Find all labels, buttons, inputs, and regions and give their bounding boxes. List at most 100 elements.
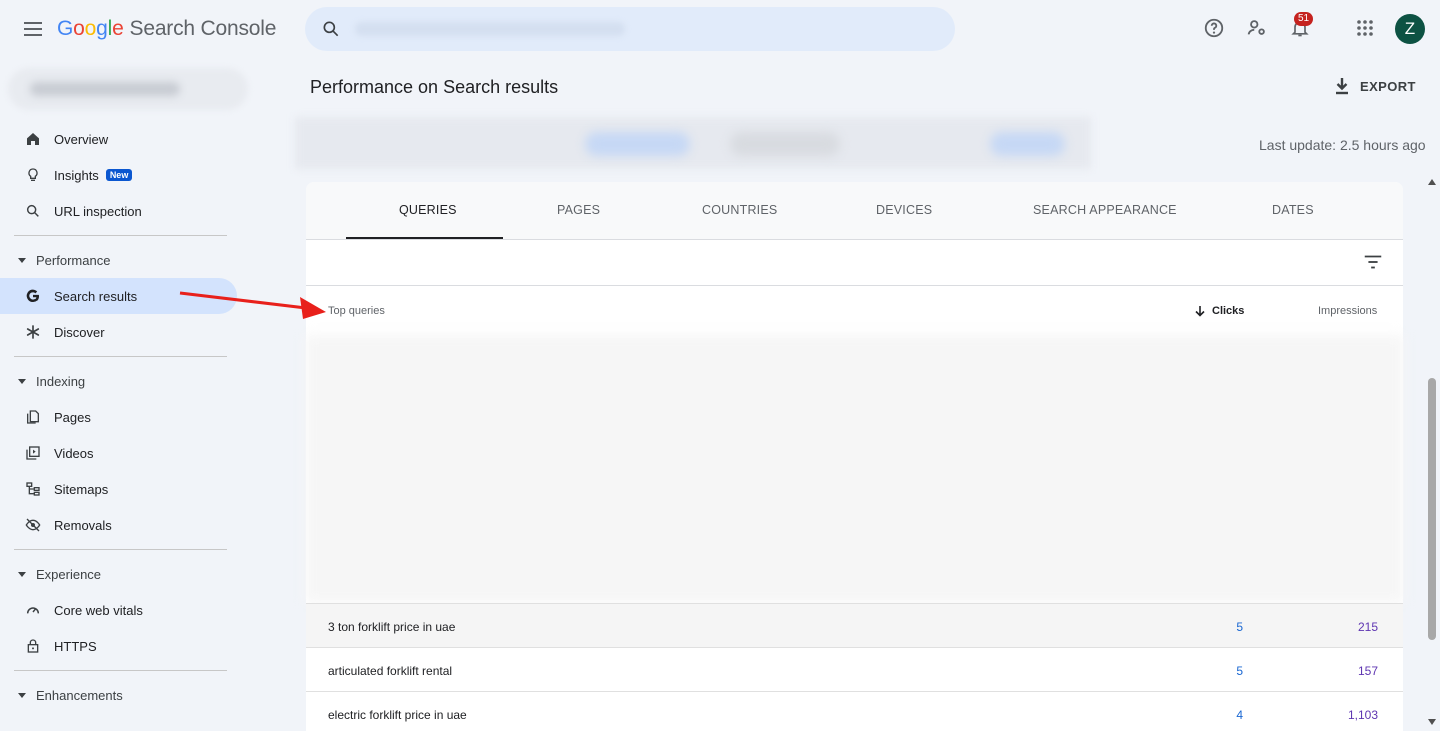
impressions-cell: 157 (1357, 664, 1378, 678)
section-indexing[interactable]: Indexing (0, 363, 240, 399)
table-header: Top queries Clicks Impressions (306, 287, 1403, 335)
search-icon (323, 21, 339, 37)
column-header-query[interactable]: Top queries (328, 305, 385, 317)
scroll-down-arrow-icon[interactable] (1428, 719, 1436, 725)
clicks-cell: 5 (1236, 664, 1243, 678)
redacted-filter-chip[interactable] (990, 132, 1065, 156)
sort-arrow-down-icon (1195, 306, 1205, 317)
clicks-cell: 4 (1236, 708, 1243, 722)
sidebar-item-label: Discover (54, 324, 105, 340)
tab-dates[interactable]: DATES (1272, 203, 1314, 217)
query-cell: 3 ton forklift price in uae (328, 620, 456, 634)
tab-countries[interactable]: COUNTRIES (702, 203, 777, 217)
logo-letter: G (57, 17, 74, 40)
lightbulb-icon (24, 166, 42, 184)
divider (14, 670, 227, 671)
query-cell: articulated forklift rental (328, 664, 453, 678)
apps-grid-icon[interactable] (1351, 14, 1379, 42)
sidebar-item-removals[interactable]: Removals (0, 507, 240, 543)
sidebar-item-label: HTTPS (54, 638, 97, 654)
app-logo[interactable]: Google Search Console (57, 17, 276, 41)
sidebar-item-core-web-vitals[interactable]: Core web vitals (0, 592, 240, 628)
sidebar-item-https[interactable]: HTTPS (0, 628, 240, 664)
column-header-label: Clicks (1212, 305, 1245, 317)
product-name: Search Console (129, 17, 277, 40)
table-row[interactable]: articulated forklift rental 5 157 (306, 647, 1403, 691)
dimension-tabs: QUERIES PAGES COUNTRIES DEVICES SEARCH A… (306, 182, 1403, 240)
divider (14, 356, 227, 357)
redacted-filter-chip[interactable] (730, 132, 840, 156)
tab-devices[interactable]: DEVICES (876, 203, 932, 217)
export-button[interactable]: EXPORT (1334, 77, 1416, 95)
search-icon (24, 202, 42, 220)
active-tab-indicator (346, 237, 503, 239)
sidebar-item-label: Pages (54, 409, 91, 425)
search-input[interactable] (305, 7, 955, 51)
data-table-card: QUERIES PAGES COUNTRIES DEVICES SEARCH A… (306, 182, 1403, 731)
redacted-property-name (30, 82, 180, 96)
hamburger-menu-icon[interactable] (20, 16, 46, 42)
sidebar-item-label: Search results (54, 288, 138, 304)
page-title: Performance on Search results (310, 77, 559, 97)
sidebar-item-label: Sitemaps (54, 481, 109, 497)
home-icon (24, 130, 42, 148)
logo-letter: o (73, 17, 85, 40)
last-update-text: Last update: 2.5 hours ago (1259, 137, 1426, 153)
section-title: Experience (36, 566, 102, 582)
impressions-cell: 1,103 (1347, 708, 1378, 722)
sidebar-item-search-results[interactable]: Search results (0, 278, 237, 314)
sidebar-item-sitemaps[interactable]: Sitemaps (0, 471, 240, 507)
sidebar-item-pages[interactable]: Pages (0, 399, 240, 435)
help-icon[interactable] (1200, 14, 1228, 42)
tab-pages[interactable]: PAGES (557, 203, 600, 217)
caret-down-icon (18, 692, 26, 698)
tab-queries[interactable]: QUERIES (399, 203, 457, 217)
caret-down-icon (18, 571, 26, 577)
sidebar-item-label: Removals (54, 517, 112, 533)
redacted-filter-chip[interactable] (585, 132, 690, 156)
section-title: Enhancements (36, 687, 123, 703)
query-cell: electric forklift price in uae (328, 708, 467, 722)
column-header-clicks[interactable]: Clicks (1194, 305, 1244, 317)
table-row[interactable]: electric forklift price in uae 4 1,103 (306, 691, 1403, 731)
scroll-up-arrow-icon[interactable] (1428, 179, 1436, 185)
asterisk-icon (24, 323, 42, 341)
gauge-icon (24, 601, 42, 619)
top-bar: Google Search Console 51 Z (0, 0, 1440, 58)
download-icon (1336, 78, 1348, 95)
new-badge: New (105, 169, 133, 181)
user-settings-icon[interactable] (1243, 14, 1271, 42)
redacted-table-rows (306, 335, 1403, 603)
table-body: 3 ton forklift price in uae 5 215 articu… (306, 603, 1403, 731)
table-row[interactable]: 3 ton forklift price in uae 5 215 (306, 603, 1403, 647)
table-filter-row (306, 240, 1403, 286)
caret-down-icon (18, 257, 26, 263)
section-performance[interactable]: Performance (0, 242, 240, 278)
tab-search-appearance[interactable]: SEARCH APPEARANCE (1033, 203, 1177, 217)
logo-letter: o (84, 17, 97, 40)
logo-letter: e (112, 17, 124, 40)
notification-count-badge: 51 (1294, 12, 1314, 26)
avatar[interactable]: Z (1395, 14, 1425, 44)
pages-icon (24, 408, 42, 426)
video-icon (24, 444, 42, 462)
filter-icon[interactable] (1362, 251, 1384, 273)
sidebar-item-videos[interactable]: Videos (0, 435, 240, 471)
impressions-cell: 215 (1357, 620, 1378, 634)
divider (14, 549, 227, 550)
google-g-icon (24, 287, 42, 305)
divider (14, 235, 227, 236)
section-enhancements[interactable]: Enhancements (0, 677, 240, 713)
section-experience[interactable]: Experience (0, 556, 240, 592)
scrollbar-thumb[interactable] (1428, 378, 1436, 640)
sidebar-item-label: URL inspection (54, 203, 142, 219)
sidebar-item-url-inspection[interactable]: URL inspection (0, 193, 240, 229)
sidebar-item-label: Overview (54, 131, 109, 147)
sidebar-item-discover[interactable]: Discover (0, 314, 240, 350)
sidebar-item-insights[interactable]: Insights New (0, 157, 240, 193)
clicks-cell: 5 (1236, 620, 1243, 634)
column-header-impressions[interactable]: Impressions (1318, 305, 1377, 317)
sidebar-item-overview[interactable]: Overview (0, 121, 240, 157)
redacted-filter-bar[interactable] (295, 117, 1091, 169)
eye-off-icon (24, 516, 42, 534)
